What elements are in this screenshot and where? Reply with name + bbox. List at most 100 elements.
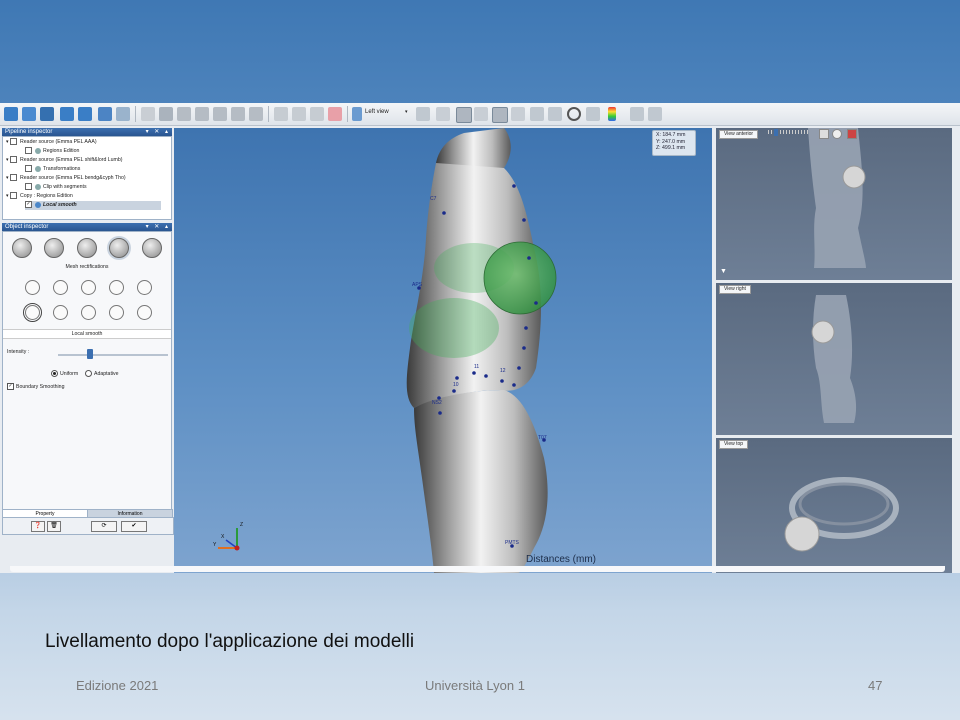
pelvis-mesh bbox=[414, 390, 548, 573]
panel-controls-icon[interactable]: ▾ ✕ ▴ bbox=[146, 223, 170, 231]
slice-icon[interactable] bbox=[310, 107, 324, 121]
load-icon[interactable] bbox=[22, 107, 36, 121]
tree-item[interactable]: Regions Edition bbox=[25, 147, 79, 156]
split-view-icon[interactable] bbox=[648, 107, 662, 121]
measure-icon[interactable] bbox=[274, 107, 288, 121]
sphere-toggle-icon[interactable] bbox=[832, 129, 842, 139]
globe-icon[interactable] bbox=[109, 305, 124, 320]
smooth-tool-icon[interactable] bbox=[23, 303, 42, 322]
smoothed-region bbox=[409, 298, 499, 358]
body-side-icon[interactable] bbox=[456, 107, 472, 123]
anterior-render bbox=[808, 128, 866, 268]
tree-item[interactable]: ▾ Reader source (Emma PEL shift&lord Lum… bbox=[6, 156, 123, 165]
application-window: Left view ▾ Pipeline inspector ▾ ✕ ▴ ▾ R… bbox=[0, 103, 960, 573]
trash-icon[interactable]: 🗑 bbox=[47, 521, 61, 532]
adaptative-radio[interactable]: Adaptative bbox=[85, 370, 119, 377]
measure-tool-icon[interactable] bbox=[142, 238, 162, 258]
bottle-icon[interactable] bbox=[137, 305, 152, 320]
object-inspector: Mesh rectifications Local smooth Intensi… bbox=[2, 231, 172, 533]
body-right-icon[interactable] bbox=[511, 107, 525, 121]
apply-button[interactable]: ✔ bbox=[121, 521, 147, 532]
checkbox-checked-icon[interactable]: ✓ bbox=[7, 383, 14, 390]
checkbox-checked-icon[interactable]: ✓ bbox=[25, 201, 32, 209]
rectify-tool-icon[interactable] bbox=[109, 238, 129, 258]
inspector-tabs: Property Information bbox=[2, 509, 173, 519]
panel-controls-icon[interactable]: ▾ ✕ ▴ bbox=[146, 128, 170, 136]
radio-selected-icon[interactable] bbox=[51, 370, 58, 377]
checkbox-icon[interactable] bbox=[10, 192, 18, 200]
viewport-scene: C7 APS 11 10 12 NS2 T07 PMTS Z X Y bbox=[213, 128, 557, 573]
chevron-down-icon[interactable]: ▾ bbox=[405, 109, 408, 115]
checkbox-icon[interactable] bbox=[25, 147, 32, 155]
sphere-tool-icon[interactable] bbox=[77, 238, 97, 258]
expand-down-icon[interactable]: ▼ bbox=[720, 268, 727, 275]
boundary-smoothing-checkbox[interactable]: ✓ Boundary Smoothing bbox=[7, 383, 64, 390]
window-icon[interactable] bbox=[630, 107, 644, 121]
body-front-icon[interactable] bbox=[436, 107, 450, 121]
plane-icon[interactable] bbox=[292, 107, 306, 121]
landmark-label-ns2: NS2 bbox=[432, 400, 442, 406]
neck-mesh bbox=[436, 128, 511, 168]
sphere-fill-icon[interactable] bbox=[109, 280, 124, 295]
pipeline-tree: ▾ Reader source (Emma PEL AAA) Regions E… bbox=[2, 136, 172, 220]
cube-view-icon[interactable] bbox=[159, 107, 173, 121]
axis-label-z: Z bbox=[240, 522, 243, 528]
color-map-icon[interactable] bbox=[608, 107, 616, 121]
checkbox-icon[interactable] bbox=[25, 165, 32, 173]
tree-item[interactable]: ▾ Reader source (Emma PEL AAA) bbox=[6, 138, 97, 147]
refresh-button[interactable]: ⟳ bbox=[91, 521, 117, 532]
search-icon[interactable] bbox=[567, 107, 581, 121]
view-select[interactable]: Left view bbox=[365, 109, 389, 115]
frame-icon[interactable] bbox=[548, 107, 562, 121]
drop-icon[interactable] bbox=[53, 280, 68, 295]
help-icon[interactable]: ❓ bbox=[31, 521, 45, 532]
cube-left-icon[interactable] bbox=[213, 107, 227, 121]
figure-icon[interactable] bbox=[137, 280, 152, 295]
no-entry-tool-icon[interactable] bbox=[12, 238, 32, 258]
view-top-panel[interactable]: View top bbox=[716, 438, 952, 573]
cube-right-icon[interactable] bbox=[231, 107, 245, 121]
open-file-icon[interactable] bbox=[4, 107, 18, 121]
tool-icon[interactable] bbox=[141, 107, 155, 121]
curve-icon[interactable] bbox=[81, 305, 96, 320]
import-icon[interactable] bbox=[40, 107, 54, 121]
tree-item[interactable]: Transformations bbox=[25, 165, 80, 174]
redo-icon[interactable] bbox=[116, 107, 130, 121]
opacity-slider-thumb[interactable] bbox=[774, 129, 778, 136]
reader-multi-icon[interactable] bbox=[78, 107, 92, 121]
intensity-slider-track[interactable] bbox=[58, 354, 168, 356]
tree-item[interactable]: ▾ Reader source (Emma PEL bendg&cyph Tho… bbox=[6, 174, 126, 183]
reader-icon[interactable] bbox=[60, 107, 74, 121]
landmark-label-12: 12 bbox=[500, 368, 506, 374]
tree-item[interactable]: ▾ Copy : Regions Edition bbox=[6, 192, 73, 201]
fit-view-icon[interactable] bbox=[416, 107, 430, 121]
cube-top-icon[interactable] bbox=[249, 107, 263, 121]
cut-icon[interactable] bbox=[81, 280, 96, 295]
3d-viewport[interactable]: C7 APS 11 10 12 NS2 T07 PMTS Z X Y X: 18 bbox=[174, 128, 712, 573]
checkbox-icon[interactable] bbox=[10, 156, 18, 164]
undo-icon[interactable] bbox=[98, 107, 112, 121]
radio-icon[interactable] bbox=[85, 370, 92, 377]
cube-back-icon[interactable] bbox=[195, 107, 209, 121]
zoom-icon[interactable] bbox=[586, 107, 600, 121]
tree-item[interactable]: Clip with segments bbox=[25, 183, 87, 192]
cube-front-icon[interactable] bbox=[177, 107, 191, 121]
view-anterior-panel[interactable]: View anterior ▼ bbox=[716, 128, 952, 280]
checkbox-icon[interactable] bbox=[25, 183, 32, 191]
color-picker-icon[interactable] bbox=[819, 129, 829, 139]
body-back-icon[interactable] bbox=[474, 107, 488, 121]
color-swatch-icon[interactable] bbox=[847, 129, 857, 139]
timer-icon[interactable] bbox=[25, 280, 40, 295]
checkbox-icon[interactable] bbox=[10, 138, 18, 146]
body-left-icon[interactable] bbox=[492, 107, 508, 123]
mesh-tool-icon[interactable] bbox=[44, 238, 64, 258]
color-bar-icon[interactable] bbox=[328, 107, 342, 121]
blob-icon[interactable] bbox=[53, 305, 68, 320]
checkbox-icon[interactable] bbox=[10, 174, 18, 182]
grid-icon[interactable] bbox=[530, 107, 544, 121]
intensity-slider-thumb[interactable] bbox=[87, 349, 93, 359]
tree-item-selected[interactable]: ✓ Local smooth bbox=[25, 201, 161, 210]
uniform-radio[interactable]: Uniform bbox=[51, 370, 78, 377]
view-right-panel[interactable]: View right bbox=[716, 283, 952, 435]
camera-view-icon[interactable] bbox=[352, 107, 362, 121]
